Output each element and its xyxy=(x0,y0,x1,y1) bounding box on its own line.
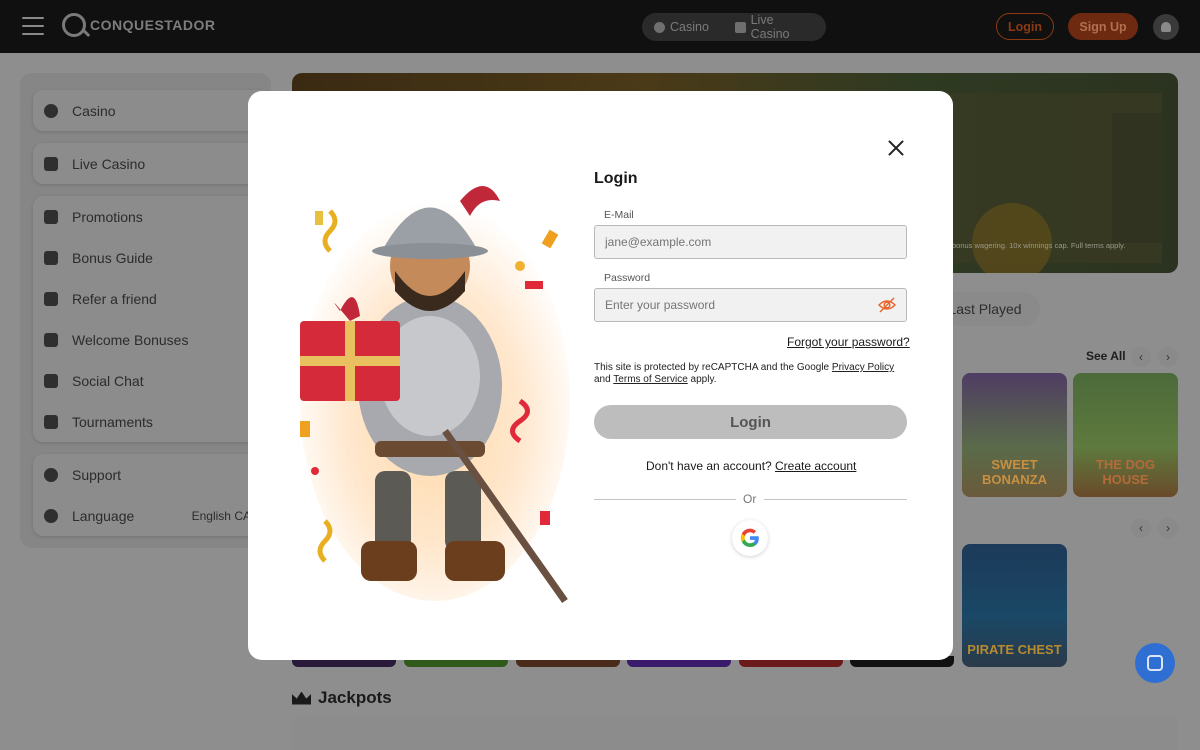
sidebar-group-casino: Casino xyxy=(33,90,271,131)
sidebar-item-label: Support xyxy=(72,466,122,483)
login-submit-button[interactable]: Login xyxy=(594,405,907,439)
close-icon[interactable] xyxy=(885,137,907,159)
no-account-text: Don't have an account? xyxy=(646,459,772,473)
terms-of-service-link[interactable]: Terms of Service xyxy=(613,374,687,385)
game-card[interactable]: SWEET BONANZA xyxy=(962,373,1067,497)
create-account-link[interactable]: Create account xyxy=(775,459,856,473)
sidebar-item-label: Tournaments xyxy=(72,413,153,430)
casino-chip-icon xyxy=(654,21,665,33)
game-title: PIRATE CHEST xyxy=(967,642,1062,657)
chat-icon xyxy=(1147,655,1163,671)
chat-icon xyxy=(44,373,58,388)
tab-live-casino-label: Live Casino xyxy=(750,13,790,41)
sidebar-item-live-casino[interactable]: Live Casino xyxy=(33,143,271,184)
game-card[interactable]: PIRATE CHEST xyxy=(962,544,1067,667)
sidebar-item-casino[interactable]: Casino xyxy=(33,90,271,131)
sidebar: Casino Live Casino Promotions Bonus Guid… xyxy=(20,73,271,548)
jackpots-title: Jackpots xyxy=(318,688,392,707)
email-field[interactable] xyxy=(594,225,907,259)
game-card[interactable]: THE DOG HOUSE xyxy=(1073,373,1178,497)
divider xyxy=(764,499,907,500)
see-all-link[interactable]: See All xyxy=(1086,349,1126,363)
forgot-password-link[interactable]: Forgot your password? xyxy=(787,335,910,349)
casino-chip-icon xyxy=(44,103,58,118)
tab-casino[interactable]: Casino xyxy=(654,20,709,34)
sidebar-group-support: Support Language English CA xyxy=(33,454,271,536)
prev-arrow-button[interactable]: ‹ xyxy=(1131,518,1151,538)
recaptcha-suffix-text: apply. xyxy=(690,374,717,385)
or-divider-text: Or xyxy=(743,492,757,506)
sidebar-item-tournaments[interactable]: Tournaments xyxy=(33,401,271,442)
user-menu-button[interactable] xyxy=(1153,14,1179,40)
megaphone-icon xyxy=(44,291,58,306)
cards-icon xyxy=(44,156,58,171)
jackpots-panel xyxy=(292,716,1178,750)
password-label: Password xyxy=(604,272,651,284)
gift-icon xyxy=(44,250,58,265)
language-value: English CA xyxy=(191,508,251,523)
sidebar-item-label: Social Chat xyxy=(72,372,144,389)
modal-title: Login xyxy=(594,170,638,187)
google-signin-button[interactable] xyxy=(732,520,768,556)
divider xyxy=(594,499,736,500)
logo-mark-icon xyxy=(62,13,86,37)
support-icon xyxy=(44,467,58,482)
eye-off-icon[interactable] xyxy=(878,296,896,314)
privacy-policy-link[interactable]: Privacy Policy xyxy=(832,362,894,373)
sidebar-item-label: Refer a friend xyxy=(72,290,157,307)
login-modal: Login E-Mail Password Forgot your passwo… xyxy=(248,91,953,660)
jackpots-heading: Jackpots xyxy=(292,688,392,708)
user-icon xyxy=(1161,22,1171,32)
recaptcha-text: This site is protected by reCAPTCHA and … xyxy=(594,362,830,373)
gift-icon xyxy=(44,332,58,347)
sidebar-item-label: Welcome Bonuses xyxy=(72,331,189,348)
sidebar-group-promos: Promotions Bonus Guide Refer a friend We… xyxy=(33,196,271,442)
sidebar-item-label: Language xyxy=(72,507,135,524)
logo-text: CONQUESTADOR xyxy=(90,17,216,33)
email-label: E-Mail xyxy=(604,209,634,221)
top-header: CONQUESTADOR Casino Live Casino Login Si… xyxy=(0,0,1200,53)
sidebar-item-promotions[interactable]: Promotions xyxy=(33,196,271,237)
hero-terms: bonus wagering. 10x winnings cap. Full t… xyxy=(952,241,1126,250)
tab-live-casino[interactable]: Live Casino xyxy=(734,13,814,41)
chevron-left-icon: ‹ xyxy=(1139,350,1143,364)
hamburger-menu-icon[interactable] xyxy=(22,17,44,35)
trophy-icon xyxy=(44,414,58,429)
chevron-left-icon: ‹ xyxy=(1139,521,1143,535)
password-field[interactable] xyxy=(594,288,907,322)
game-title: SWEET BONANZA xyxy=(982,457,1047,487)
crown-icon xyxy=(292,691,311,705)
sidebar-item-welcome-bonuses[interactable]: Welcome Bonuses xyxy=(33,319,271,360)
sidebar-item-language[interactable]: Language English CA xyxy=(33,495,271,536)
sidebar-item-label: Promotions xyxy=(72,208,143,225)
tab-casino-label: Casino xyxy=(670,20,709,34)
sidebar-item-bonus-guide[interactable]: Bonus Guide xyxy=(33,237,271,278)
google-icon xyxy=(740,528,759,548)
globe-icon xyxy=(44,508,58,523)
next-arrow-button[interactable]: › xyxy=(1158,518,1178,538)
star-icon xyxy=(44,209,58,224)
conquistador-illustration xyxy=(300,186,570,604)
recaptcha-notice: This site is protected by reCAPTCHA and … xyxy=(594,362,914,386)
cards-icon xyxy=(734,21,746,33)
next-arrow-button[interactable]: › xyxy=(1158,347,1178,367)
chevron-right-icon: › xyxy=(1166,350,1170,364)
live-chat-button[interactable] xyxy=(1135,643,1175,683)
sidebar-item-label: Casino xyxy=(72,102,116,119)
sidebar-item-label: Live Casino xyxy=(72,155,146,172)
sidebar-item-refer[interactable]: Refer a friend xyxy=(33,278,271,319)
prev-arrow-button[interactable]: ‹ xyxy=(1131,347,1151,367)
sidebar-item-label: Bonus Guide xyxy=(72,249,153,266)
top-tabs: Casino Live Casino xyxy=(642,13,826,41)
header-login-button[interactable]: Login xyxy=(996,13,1054,40)
chevron-right-icon: › xyxy=(1166,521,1170,535)
header-signup-button[interactable]: Sign Up xyxy=(1068,13,1138,40)
sidebar-item-social-chat[interactable]: Social Chat xyxy=(33,360,271,401)
logo[interactable]: CONQUESTADOR xyxy=(62,13,216,37)
sidebar-item-support[interactable]: Support xyxy=(33,454,271,495)
game-title: THE DOG HOUSE xyxy=(1095,457,1156,487)
recaptcha-and-text: and xyxy=(594,374,611,385)
sidebar-group-live-casino: Live Casino xyxy=(33,143,271,184)
